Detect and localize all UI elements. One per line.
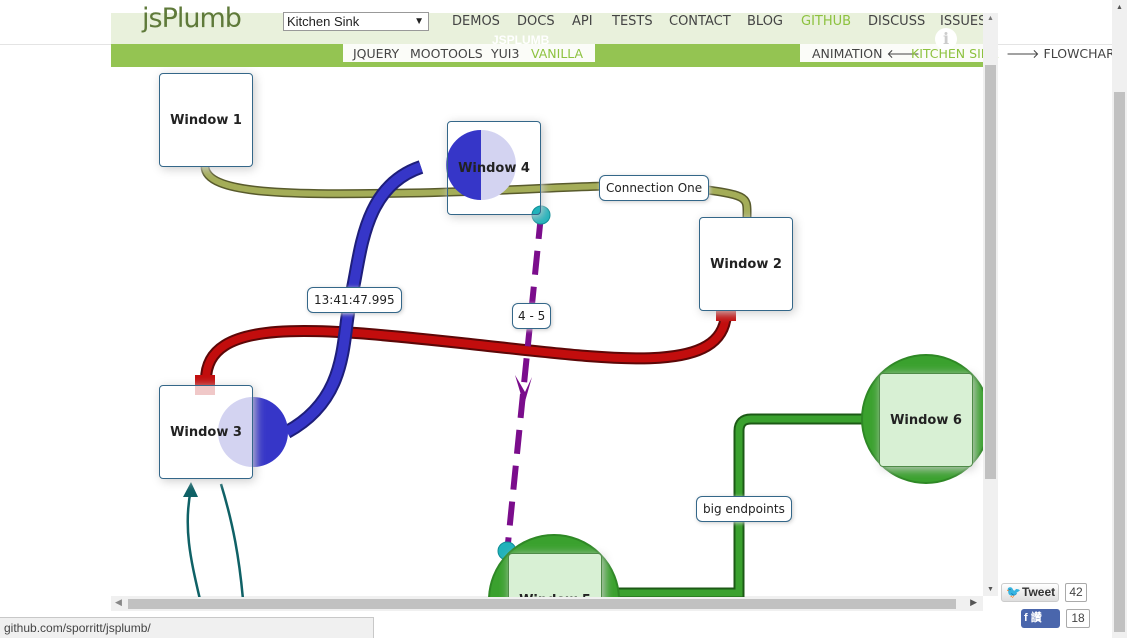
page-scrollbar[interactable]: ▲ bbox=[1112, 0, 1127, 638]
connection-teal-1[interactable] bbox=[186, 488, 206, 597]
tab-vanilla[interactable]: VANILLA bbox=[531, 46, 583, 61]
animation-label: ANIMATION bbox=[812, 46, 883, 61]
scroll-down-icon[interactable]: ▼ bbox=[987, 586, 994, 593]
connection-one-label[interactable]: Connection One bbox=[599, 175, 710, 201]
status-bar-url: github.com/sporritt/jsplumb/ bbox=[0, 617, 374, 638]
facebook-like-button[interactable]: f 讚 bbox=[1021, 609, 1060, 628]
nav-github[interactable]: GITHUB bbox=[801, 14, 851, 29]
info-icon[interactable]: i bbox=[935, 28, 957, 50]
page-scroll-up-icon[interactable]: ▲ bbox=[1116, 4, 1123, 11]
nav-blog[interactable]: BLOG bbox=[747, 14, 783, 29]
jsplumb-logo[interactable]: jsPlumb bbox=[142, 3, 242, 34]
flowchart-label: FLOWCHART bbox=[1043, 46, 1122, 61]
facebook-icon: f bbox=[1024, 612, 1028, 624]
scroll-up-icon[interactable]: ▲ bbox=[987, 15, 994, 22]
page: jsPlumb Kitchen Sink ▼ DEMOS DOCS API TE… bbox=[0, 0, 1127, 638]
window-3[interactable]: Window 3 bbox=[159, 385, 253, 479]
demo-select-value: Kitchen Sink bbox=[287, 14, 360, 29]
scroll-right-icon[interactable]: ▶ bbox=[970, 597, 977, 608]
nav-demos[interactable]: DEMOS bbox=[452, 14, 500, 29]
nav-issues[interactable]: ISSUES bbox=[940, 14, 986, 29]
demo-canvas: Window 1 Window 2 Window 3 Window 4 Wind… bbox=[111, 67, 983, 597]
nav-api[interactable]: API bbox=[572, 14, 593, 29]
tweet-button[interactable]: 🐦 Tweet bbox=[1001, 583, 1059, 602]
link-animation[interactable]: ANIMATION 🡐 bbox=[812, 46, 920, 62]
ghost-title: JSPLUMB bbox=[492, 33, 550, 47]
dropdown-arrow-icon: ▼ bbox=[414, 16, 424, 27]
canvas-horizontal-scrollbar[interactable]: ◀ ▶ bbox=[111, 596, 983, 611]
nav-tests[interactable]: TESTS bbox=[612, 14, 653, 29]
big-endpoints-label[interactable]: big endpoints bbox=[696, 496, 792, 522]
connection-teal-2[interactable] bbox=[219, 483, 245, 597]
tab-yui3[interactable]: YUI3 bbox=[491, 46, 519, 61]
window3-endpoint[interactable] bbox=[253, 397, 288, 467]
window-1[interactable]: Window 1 bbox=[159, 73, 253, 167]
four-five-label[interactable]: 4 - 5 bbox=[512, 303, 552, 329]
link-flowchart[interactable]: 🡒 FLOWCHART bbox=[1006, 46, 1122, 62]
page-scroll-thumb[interactable] bbox=[1114, 92, 1125, 632]
nav-discuss[interactable]: DISCUSS bbox=[868, 14, 925, 29]
window-4[interactable]: Window 4 bbox=[447, 121, 541, 215]
twitter-bird-icon: 🐦 bbox=[1006, 585, 1021, 599]
connection-purple[interactable] bbox=[504, 214, 544, 554]
window3-red-endpoint[interactable] bbox=[195, 375, 215, 385]
scroll-left-icon[interactable]: ◀ bbox=[115, 597, 122, 608]
arrow-head-teal bbox=[183, 482, 198, 497]
canvas-vertical-scrollbar[interactable]: ▲ ▼ bbox=[983, 13, 998, 596]
tab-mootools[interactable]: MOOTOOLS bbox=[410, 46, 483, 61]
canvas-horizontal-thumb[interactable] bbox=[128, 599, 956, 609]
timestamp-label[interactable]: 13:41:47.995 bbox=[307, 287, 402, 313]
tab-jquery[interactable]: JQUERY bbox=[353, 46, 399, 61]
nav-contact[interactable]: CONTACT bbox=[669, 14, 731, 29]
tweet-label: Tweet bbox=[1022, 585, 1056, 599]
facebook-like-count: 18 bbox=[1066, 609, 1090, 628]
window-6[interactable]: Window 6 bbox=[879, 373, 973, 467]
arrow-right-icon: 🡒 bbox=[1006, 46, 1040, 61]
canvas-vertical-thumb[interactable] bbox=[985, 65, 996, 479]
demo-select[interactable]: Kitchen Sink ▼ bbox=[283, 12, 429, 31]
facebook-like-label: 讚 bbox=[1030, 612, 1042, 624]
tweet-count: 42 bbox=[1065, 583, 1087, 602]
window-2[interactable]: Window 2 bbox=[699, 217, 793, 311]
window-5[interactable]: Window 5 bbox=[508, 553, 602, 597]
nav-docs[interactable]: DOCS bbox=[517, 14, 555, 29]
